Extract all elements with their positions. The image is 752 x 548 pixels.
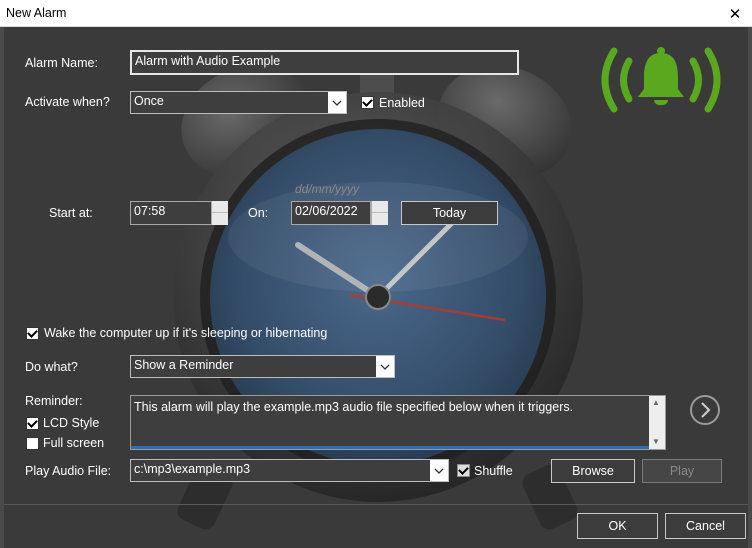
window-title: New Alarm xyxy=(6,6,67,20)
alarm-name-label: Alarm Name: xyxy=(25,56,98,70)
shuffle-checkbox[interactable] xyxy=(457,464,470,477)
date-format-hint: dd/mm/yyyy xyxy=(295,182,360,196)
wake-computer-label: Wake the computer up if it's sleeping or… xyxy=(44,326,328,340)
reminder-text: This alarm will play the example.mp3 aud… xyxy=(134,400,574,414)
browse-button[interactable]: Browse xyxy=(551,459,635,483)
alarm-name-input[interactable]: Alarm with Audio Example xyxy=(130,50,519,75)
start-date-input[interactable]: 02/06/2022 xyxy=(291,201,371,225)
scroll-up-icon[interactable]: ▲ xyxy=(652,398,660,408)
activate-when-label: Activate when? xyxy=(25,95,110,109)
enabled-checkbox[interactable] xyxy=(361,96,374,109)
play-audio-file-label: Play Audio File: xyxy=(25,464,112,478)
reminder-text-area[interactable]: This alarm will play the example.mp3 aud… xyxy=(130,395,666,450)
scroll-down-icon[interactable]: ▼ xyxy=(652,437,660,447)
lcd-style-checkbox[interactable] xyxy=(26,417,39,430)
audio-file-dropdown[interactable]: c:\mp3\example.mp3 xyxy=(130,459,449,482)
shuffle-label: Shuffle xyxy=(474,464,513,478)
reminder-focus-underline xyxy=(131,446,649,449)
chevron-down-icon[interactable] xyxy=(328,92,346,113)
on-label: On: xyxy=(248,206,269,220)
activate-when-value: Once xyxy=(134,94,164,108)
chevron-down-icon[interactable] xyxy=(376,356,394,377)
ok-button[interactable]: OK xyxy=(577,513,658,539)
enabled-label: Enabled xyxy=(379,96,425,110)
reminder-label: Reminder: xyxy=(25,394,83,408)
activate-when-dropdown[interactable]: Once xyxy=(130,91,347,114)
dialog-body: Alarm Name: Alarm with Audio Example Act… xyxy=(0,27,752,548)
chevron-down-icon[interactable] xyxy=(430,460,448,481)
window-frame-right xyxy=(748,27,752,548)
chevron-circle-right-icon[interactable] xyxy=(689,394,721,426)
start-time-spinner[interactable] xyxy=(211,201,228,225)
full-screen-checkbox[interactable] xyxy=(26,437,39,450)
footer-separator xyxy=(0,504,752,505)
title-bar: New Alarm ✕ xyxy=(0,0,752,27)
full-screen-label: Full screen xyxy=(43,436,105,450)
today-button[interactable]: Today xyxy=(401,201,498,225)
do-what-value: Show a Reminder xyxy=(134,358,234,372)
wake-computer-checkbox[interactable] xyxy=(26,327,39,340)
play-button[interactable]: Play xyxy=(642,459,722,483)
start-at-label: Start at: xyxy=(49,206,93,220)
lcd-style-label: LCD Style xyxy=(43,416,100,430)
audio-file-path: c:\mp3\example.mp3 xyxy=(134,462,251,476)
close-icon[interactable]: ✕ xyxy=(718,0,752,27)
window-frame-left xyxy=(0,27,4,548)
start-date-spinner[interactable] xyxy=(371,201,388,225)
do-what-label: Do what? xyxy=(25,360,78,374)
cancel-button[interactable]: Cancel xyxy=(665,513,746,539)
bell-ringing-icon xyxy=(601,47,721,113)
start-time-input[interactable]: 07:58 xyxy=(130,201,212,225)
reminder-scrollbar[interactable]: ▲ ▼ xyxy=(649,396,665,449)
do-what-dropdown[interactable]: Show a Reminder xyxy=(130,355,395,378)
